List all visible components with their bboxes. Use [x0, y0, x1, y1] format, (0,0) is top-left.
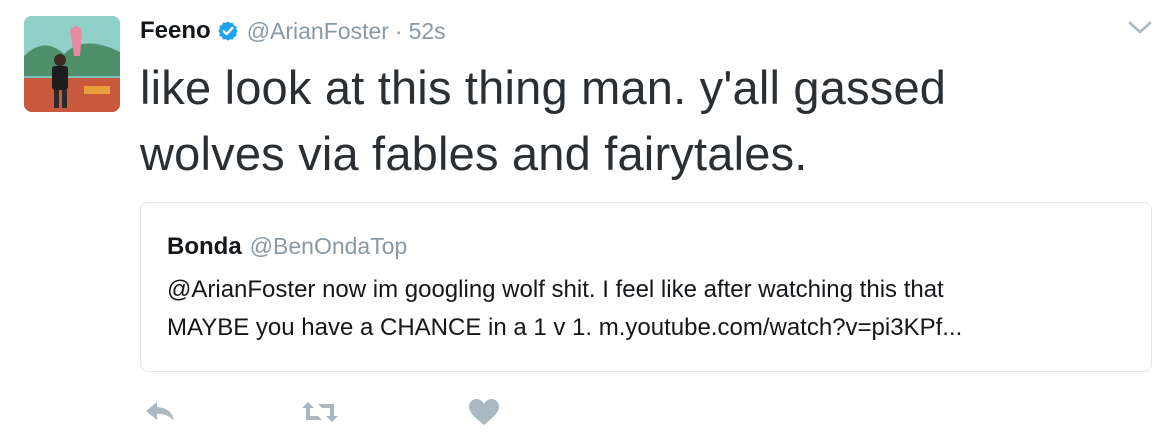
heart-icon	[469, 399, 499, 425]
verified-badge-icon	[217, 20, 239, 42]
chevron-down-icon[interactable]	[1126, 18, 1154, 38]
author-handle[interactable]: @ArianFoster	[247, 18, 389, 45]
quoted-tweet-text: @ArianFoster now im googling wolf shit. …	[167, 271, 1137, 347]
avatar[interactable]	[24, 16, 120, 112]
quoted-text-line: @ArianFoster now im googling wolf shit. …	[167, 276, 944, 303]
like-button[interactable]	[464, 392, 504, 432]
tweet-timestamp[interactable]: 52s	[409, 18, 446, 45]
author-display-name[interactable]: Feeno	[140, 17, 211, 45]
tweet-text: like look at this thing man. y'all gasse…	[140, 55, 1140, 187]
quoted-author-display-name: Bonda	[167, 233, 242, 260]
retweet-icon	[302, 402, 338, 422]
quoted-author-handle: @BenOndaTop	[249, 233, 408, 259]
avatar-image	[24, 16, 120, 112]
tweet-card: Feeno @ArianFoster · 52s like look at th…	[0, 0, 1168, 434]
quoted-tweet-header: Bonda @BenOndaTop	[167, 233, 407, 261]
retweet-button[interactable]	[300, 392, 340, 432]
quoted-text-line: MAYBE you have a CHANCE in a 1 v 1. m.yo…	[167, 314, 963, 341]
reply-icon	[146, 402, 174, 421]
separator-dot: ·	[394, 17, 403, 44]
quoted-tweet[interactable]: Bonda @BenOndaTop @ArianFoster now im go…	[140, 202, 1152, 372]
tweet-text-line: wolves via fables and fairytales.	[140, 127, 808, 180]
tweet-text-line: like look at this thing man. y'all gasse…	[140, 61, 947, 114]
reply-button[interactable]	[140, 392, 180, 432]
tweet-header: Feeno @ArianFoster · 52s	[140, 14, 446, 48]
